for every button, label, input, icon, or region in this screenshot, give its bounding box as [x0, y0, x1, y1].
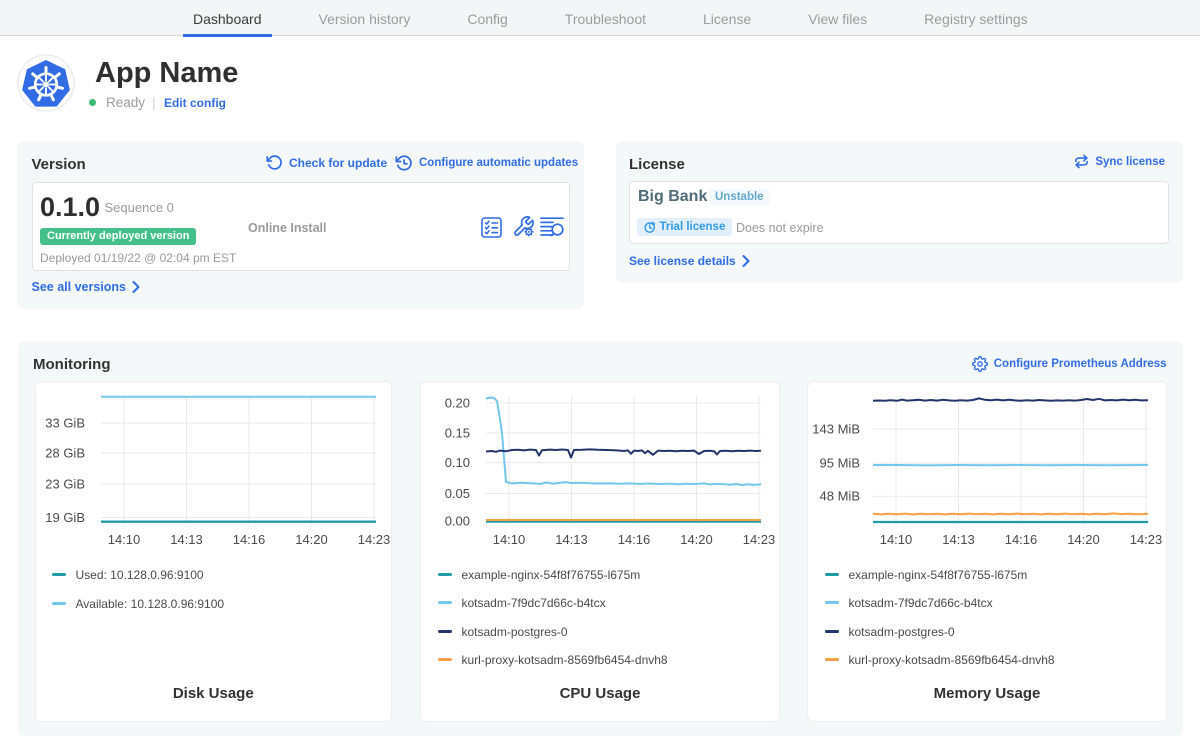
svg-text:14:23: 14:23 — [1130, 532, 1163, 547]
svg-text:14:16: 14:16 — [1005, 532, 1038, 547]
svg-text:14:20: 14:20 — [680, 532, 713, 547]
svg-text:14:10: 14:10 — [493, 532, 526, 547]
svg-text:28 GiB: 28 GiB — [45, 446, 85, 461]
svg-text:14:13: 14:13 — [555, 532, 588, 547]
svg-text:19 GiB: 19 GiB — [45, 510, 85, 525]
svg-text:14:13: 14:13 — [942, 532, 975, 547]
svg-text:23 GiB: 23 GiB — [45, 477, 85, 492]
svg-text:14:10: 14:10 — [107, 532, 140, 547]
svg-text:0.00: 0.00 — [445, 514, 470, 529]
svg-text:14:16: 14:16 — [232, 532, 265, 547]
svg-text:14:23: 14:23 — [357, 532, 390, 547]
svg-text:14:13: 14:13 — [170, 532, 203, 547]
svg-text:14:23: 14:23 — [743, 532, 776, 547]
svg-text:14:10: 14:10 — [880, 532, 913, 547]
svg-text:0.05: 0.05 — [445, 486, 470, 501]
svg-text:95 MiB: 95 MiB — [820, 456, 860, 471]
svg-text:14:20: 14:20 — [1067, 532, 1100, 547]
svg-text:0.10: 0.10 — [445, 455, 470, 470]
svg-text:14:20: 14:20 — [295, 532, 328, 547]
svg-text:33 GiB: 33 GiB — [45, 416, 85, 431]
svg-text:0.15: 0.15 — [445, 426, 470, 441]
svg-text:48 MiB: 48 MiB — [820, 489, 860, 504]
svg-text:0.20: 0.20 — [445, 396, 470, 411]
svg-text:14:16: 14:16 — [618, 532, 651, 547]
svg-text:143 MiB: 143 MiB — [812, 422, 860, 437]
